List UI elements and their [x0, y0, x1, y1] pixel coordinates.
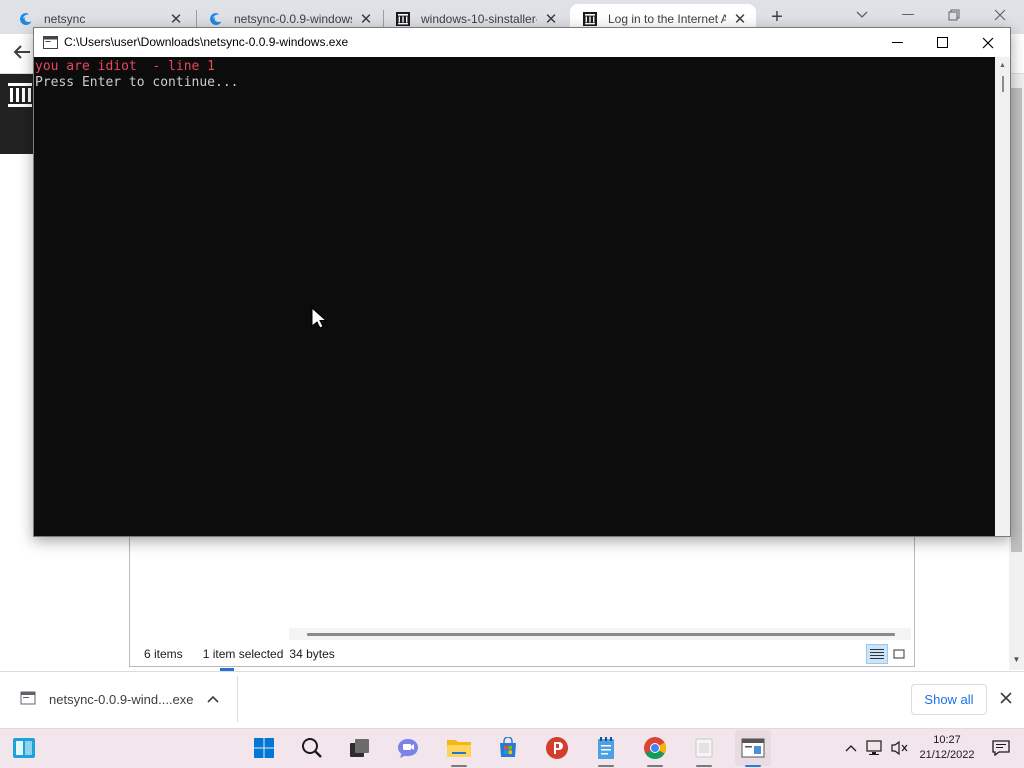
- active-app-indicator: [745, 765, 761, 767]
- console-line: Press Enter to continue...: [35, 75, 239, 90]
- tab-search-icon[interactable]: [848, 3, 876, 27]
- active-app-indicator: [696, 765, 712, 767]
- console-title: C:\Users\user\Downloads\netsync-0.0.9-wi…: [64, 35, 349, 49]
- console-titlebar[interactable]: C:\Users\user\Downloads\netsync-0.0.9-wi…: [34, 28, 1010, 57]
- console-scroll-thumb[interactable]: [1002, 76, 1004, 92]
- back-arrow-icon[interactable]: [10, 40, 34, 64]
- start-icon[interactable]: [246, 730, 282, 766]
- console-app-icon: [43, 36, 58, 49]
- minimize-icon[interactable]: [874, 28, 920, 57]
- active-app-indicator: [647, 765, 663, 767]
- chevron-up-icon[interactable]: [841, 738, 861, 758]
- archive-org-icon: [395, 11, 411, 27]
- edge-blue-icon: [208, 11, 224, 27]
- clock-time: 10:27: [933, 734, 961, 746]
- status-size: 34 bytes: [289, 647, 335, 661]
- download-filename[interactable]: netsync-0.0.9-wind....exe: [49, 692, 194, 707]
- notifications-icon[interactable]: [991, 738, 1011, 758]
- chevron-up-icon[interactable]: [205, 691, 221, 707]
- tab-title: windows-10-sinstaller-: [421, 12, 537, 26]
- archive-org-icon: [582, 11, 598, 27]
- clock-date: 21/12/2022: [919, 749, 975, 761]
- maximize-icon[interactable]: [919, 28, 965, 57]
- explorer-status-bar: 6 items 1 item selected 34 bytes: [130, 642, 914, 666]
- exe-file-icon: [20, 690, 36, 706]
- close-window-icon[interactable]: [986, 3, 1014, 27]
- restore-icon[interactable]: [940, 3, 968, 27]
- page-scroll-thumb[interactable]: [1011, 88, 1022, 552]
- psiphon-icon[interactable]: [539, 730, 575, 766]
- close-icon[interactable]: ✕: [358, 11, 374, 28]
- status-item-count: 6 items: [144, 647, 183, 661]
- close-icon[interactable]: [998, 690, 1014, 706]
- console-app-icon[interactable]: [735, 730, 771, 766]
- download-separator: [237, 676, 238, 722]
- close-icon[interactable]: ✕: [543, 11, 559, 28]
- tab-title: netsync: [44, 12, 86, 26]
- blank-app-icon[interactable]: [686, 730, 722, 766]
- file-explorer-icon[interactable]: [441, 730, 477, 766]
- close-window-icon[interactable]: [965, 28, 1011, 57]
- notepad-icon[interactable]: [588, 730, 624, 766]
- tab-title: netsync-0.0.9-windows: [234, 12, 352, 26]
- archive-org-logo-icon[interactable]: [6, 80, 34, 110]
- network-icon[interactable]: [865, 738, 885, 758]
- task-view-icon[interactable]: [342, 730, 378, 766]
- search-icon[interactable]: [294, 730, 330, 766]
- close-icon[interactable]: ✕: [732, 11, 748, 28]
- store-icon[interactable]: [490, 730, 526, 766]
- minimize-icon[interactable]: [894, 3, 922, 27]
- edge-blue-icon: [18, 11, 34, 27]
- show-all-button[interactable]: Show all: [911, 684, 987, 715]
- chrome-icon[interactable]: [637, 730, 673, 766]
- console-line: you are idiot - line 1: [35, 59, 216, 74]
- close-icon[interactable]: ✕: [168, 11, 184, 28]
- teams-chat-icon[interactable]: [390, 730, 426, 766]
- details-view-icon[interactable]: [866, 644, 888, 664]
- widgets-icon[interactable]: [6, 730, 42, 766]
- tab-title: Log in to the Internet A: [608, 12, 726, 26]
- console-window[interactable]: C:\Users\user\Downloads\netsync-0.0.9-wi…: [33, 27, 1011, 537]
- active-app-indicator: [598, 765, 614, 767]
- large-icons-view-icon[interactable]: [891, 646, 907, 662]
- console-scrollbar[interactable]: [995, 57, 1010, 536]
- volume-muted-icon[interactable]: [890, 738, 910, 758]
- console-output[interactable]: you are idiot - line 1 Press Enter to co…: [34, 57, 995, 536]
- scroll-up-arrow-icon[interactable]: ▲: [998, 62, 1007, 70]
- status-selected: 1 item selected: [202, 647, 284, 661]
- active-app-indicator: [451, 765, 467, 767]
- scroll-down-arrow-icon[interactable]: ▼: [1010, 655, 1023, 667]
- system-clock[interactable]: 10:27 21/12/2022: [914, 733, 980, 765]
- explorer-hscroll-thumb[interactable]: [307, 633, 895, 636]
- mouse-cursor-icon: [311, 306, 328, 329]
- new-tab-button[interactable]: +: [766, 6, 788, 28]
